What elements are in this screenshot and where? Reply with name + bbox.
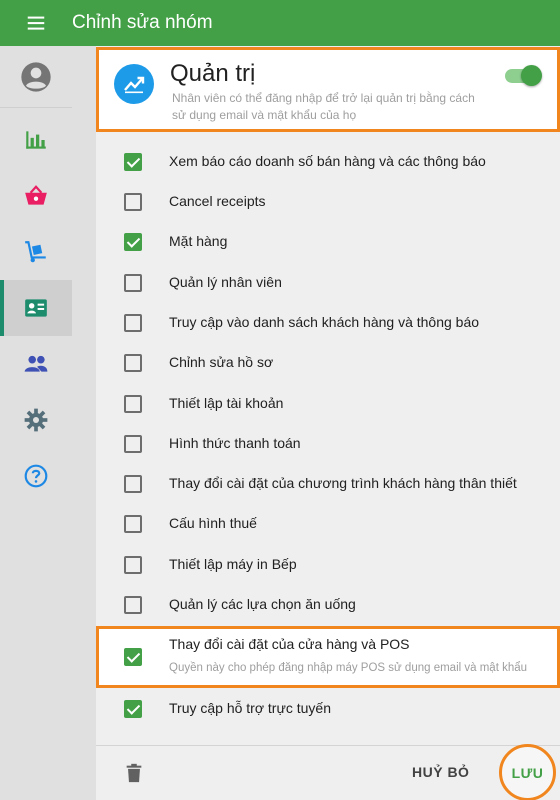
permission-row[interactable]: Cancel receipts <box>96 182 560 222</box>
permission-label: Chỉnh sửa hồ sơ <box>169 354 274 370</box>
permission-row[interactable]: Hình thức thanh toán <box>96 424 560 464</box>
role-header-card: Quản trị Nhân viên có thể đăng nhập để t… <box>96 47 560 132</box>
role-title: Quản trị <box>170 60 256 87</box>
trending-chart-icon <box>124 76 145 94</box>
permission-checkbox[interactable] <box>124 395 142 413</box>
account-circle-icon <box>21 61 51 92</box>
permission-row[interactable]: Truy cập hỗ trợ trực tuyến <box>96 689 560 729</box>
permission-label: Truy cập vào danh sách khách hàng và thô… <box>169 314 480 330</box>
permission-label: Quản lý nhân viên <box>169 274 282 290</box>
permission-row[interactable]: Cấu hình thuế <box>96 504 560 544</box>
save-button[interactable]: LƯU <box>512 765 544 781</box>
permission-label: Cancel receipts <box>169 193 266 209</box>
permission-row[interactable]: Thay đổi cài đặt của chương trình khách … <box>96 464 560 504</box>
permission-checkbox[interactable] <box>124 556 142 574</box>
rail-item-account[interactable] <box>0 46 72 108</box>
permission-checkbox[interactable] <box>124 274 142 292</box>
permission-row[interactable]: Xem báo cáo doanh số bán hàng và các thô… <box>96 142 560 182</box>
gear-icon <box>24 408 48 432</box>
basket-icon <box>25 185 47 205</box>
page-title: Chỉnh sửa nhóm <box>72 12 213 33</box>
permission-row[interactable]: Thay đổi cài đặt của cửa hàng và POS Quyề… <box>96 626 560 688</box>
nav-rail <box>0 46 72 800</box>
permission-row[interactable]: Mặt hàng <box>96 222 560 262</box>
permission-label: Quản lý các lựa chọn ăn uống <box>169 596 356 612</box>
dolly-icon <box>25 241 46 263</box>
badge-icon <box>25 299 47 317</box>
permission-checkbox[interactable] <box>124 153 142 171</box>
permission-checkbox[interactable] <box>124 435 142 453</box>
rail-item-employees[interactable] <box>0 280 72 336</box>
edit-role-panel: Quản trị Nhân viên có thể đăng nhập để t… <box>96 46 560 800</box>
toggle-thumb <box>521 65 542 86</box>
rail-item-help[interactable] <box>0 448 72 504</box>
permission-label: Mặt hàng <box>169 233 228 249</box>
permission-row[interactable]: Thiết lập máy in Bếp <box>96 545 560 585</box>
rail-item-settings[interactable] <box>0 392 72 448</box>
footer-actions: HUỶ BỎ LƯU <box>96 744 560 800</box>
permission-checkbox[interactable] <box>124 314 142 332</box>
permission-label: Cấu hình thuế <box>169 515 257 531</box>
permission-row[interactable]: Truy cập vào danh sách khách hàng và thô… <box>96 303 560 343</box>
hamburger-menu-icon <box>27 16 45 30</box>
rail-item-customers[interactable] <box>0 336 72 392</box>
permission-checkbox[interactable] <box>124 515 142 533</box>
menu-button[interactable] <box>0 0 72 46</box>
bar-chart-icon <box>26 131 46 149</box>
permission-checkbox[interactable] <box>124 475 142 493</box>
permission-label: Xem báo cáo doanh số bán hàng và các thô… <box>169 153 486 169</box>
permission-label: Thay đổi cài đặt của cửa hàng và POS <box>169 636 410 652</box>
people-icon <box>24 355 48 372</box>
rail-item-reports[interactable] <box>0 112 72 168</box>
cancel-button[interactable]: HUỶ BỎ <box>412 764 469 780</box>
app-bar: Chỉnh sửa nhóm <box>0 0 560 46</box>
role-enabled-toggle[interactable] <box>505 64 542 86</box>
role-description: Nhân viên có thể đăng nhập để trở lại qu… <box>172 91 475 122</box>
permission-label: Hình thức thanh toán <box>169 435 301 451</box>
permission-label: Thiết lập máy in Bếp <box>169 556 297 572</box>
permission-checkbox[interactable] <box>124 354 142 372</box>
permission-label: Truy cập hỗ trợ trực tuyến <box>169 700 331 716</box>
permission-checkbox[interactable] <box>124 648 142 666</box>
save-button-highlight: LƯU <box>499 744 556 800</box>
permission-row[interactable]: Quản lý các lựa chọn ăn uống <box>96 585 560 625</box>
permission-row[interactable]: Thiết lập tài khoản <box>96 384 560 424</box>
rail-item-sales[interactable] <box>0 168 72 224</box>
help-circle-icon <box>24 464 48 488</box>
permission-checkbox[interactable] <box>124 596 142 614</box>
trash-icon[interactable] <box>123 762 145 784</box>
permission-row[interactable]: Quản lý nhân viên <box>96 263 560 303</box>
rail-item-inventory[interactable] <box>0 224 72 280</box>
permission-checkbox[interactable] <box>124 193 142 211</box>
permission-label: Thay đổi cài đặt của chương trình khách … <box>169 475 517 491</box>
permission-label: Thiết lập tài khoản <box>169 395 284 411</box>
role-icon <box>114 64 154 104</box>
permission-row[interactable]: Chỉnh sửa hồ sơ <box>96 343 560 383</box>
permission-checkbox[interactable] <box>124 233 142 251</box>
permission-checkbox[interactable] <box>124 700 142 718</box>
permission-sublabel: Quyền này cho phép đăng nhập máy POS sử … <box>169 662 528 674</box>
